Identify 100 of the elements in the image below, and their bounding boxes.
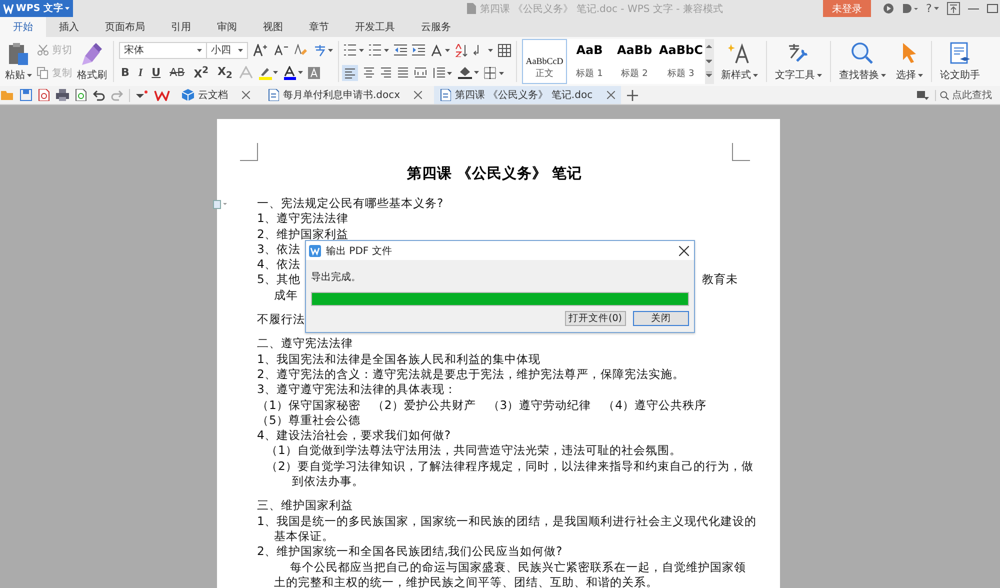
cube-icon xyxy=(182,89,194,101)
outdent-icon[interactable] xyxy=(394,44,407,56)
ribbon-button[interactable]: 查找替换 xyxy=(834,39,891,84)
document-tab[interactable]: 第四课 《公民义务》 笔记.doc xyxy=(434,86,621,104)
align-center-icon[interactable] xyxy=(363,67,375,78)
paste-button[interactable]: 粘贴 xyxy=(2,39,35,84)
caret-icon xyxy=(752,74,758,76)
window-title: 第四课 《公民义务》 笔记.doc - WPS 文字 - 兼容模式 xyxy=(480,2,723,16)
phonetic-icon[interactable] xyxy=(313,44,333,57)
text-line: （2）要自觉学习法律知识，了解法律程序规定，同时，以法律来指导和约束自己的行为，做 xyxy=(266,458,754,473)
style-item[interactable]: AaBbCcD 正文 xyxy=(522,39,567,84)
font-size-field[interactable]: 小四 xyxy=(206,42,248,59)
style-item[interactable]: AaB 标题 1 xyxy=(567,39,612,84)
gallery-scroll[interactable] xyxy=(704,39,714,84)
ribbon-button[interactable]: 新样式 xyxy=(716,39,763,84)
font-color-icon[interactable] xyxy=(283,66,304,80)
format-button[interactable]: B xyxy=(119,66,132,80)
grow-font-icon[interactable] xyxy=(253,44,269,57)
text-line: 1、我国是统一的多民族国家，国家统一和民族的团结，是我国顺利进行社会主义现代化建设的 xyxy=(257,514,756,528)
fill-bucket-icon[interactable] xyxy=(457,66,479,80)
wps-logo-icon[interactable] xyxy=(154,90,170,100)
style-sparkle-icon xyxy=(728,42,750,64)
format-button[interactable]: X$_{2}$ xyxy=(216,64,234,81)
dialog-button[interactable]: 关闭 xyxy=(633,311,689,326)
undo-icon[interactable] xyxy=(93,90,105,100)
app-menu-button[interactable]: WPS 文字 xyxy=(0,0,73,17)
ribbon-tab[interactable]: 开始 xyxy=(0,17,46,37)
format-painter-button[interactable]: 格式刷 xyxy=(74,39,110,84)
text-line: 5、其他 xyxy=(257,272,300,288)
close-icon[interactable] xyxy=(679,246,689,256)
format-button[interactable]: U xyxy=(150,66,163,80)
document-icon xyxy=(950,42,970,66)
upload-icon[interactable] xyxy=(946,2,960,15)
pdf-icon[interactable] xyxy=(38,89,50,101)
save-icon[interactable] xyxy=(20,89,32,101)
shading-icon[interactable] xyxy=(308,66,320,79)
format-button[interactable]: I xyxy=(136,66,145,79)
caret-icon[interactable] xyxy=(65,7,70,10)
caret-icon xyxy=(197,48,202,52)
text-line: 4、建设法治社会，要求我们如何做? xyxy=(257,428,451,442)
text-line: 二、遵守宪法法律 xyxy=(257,336,353,350)
ribbon-tab[interactable]: 视图 xyxy=(250,17,296,37)
search-field[interactable]: 点此查找 xyxy=(935,90,1000,100)
font-name-field[interactable]: 宋体 xyxy=(119,42,207,59)
line-spacing-icon[interactable] xyxy=(432,66,452,79)
paragraph-mark-icon[interactable] xyxy=(473,44,493,56)
text-line: 一、宪法规定公民有哪些基本义务? xyxy=(257,196,444,210)
text-line: 4、依法 xyxy=(257,257,300,272)
text-line: （1）保守国家秘密 （2）爱护公共财产 （3）遵守劳动纪律 （4）遵守公共秩序 xyxy=(257,398,707,412)
table-icon[interactable] xyxy=(498,44,511,57)
help-button[interactable]: ? xyxy=(926,2,939,15)
customize-icon[interactable] xyxy=(136,90,148,100)
print-icon[interactable] xyxy=(56,89,69,101)
ribbon-tab[interactable]: 审阅 xyxy=(204,17,250,37)
ribbon-tab[interactable]: 云服务 xyxy=(408,17,464,37)
ribbon-tab[interactable]: 页面布局 xyxy=(92,17,158,37)
text-line: 1、遵守宪法法律 xyxy=(257,211,348,226)
style-item[interactable]: AaBb 标题 2 xyxy=(612,39,657,84)
text-line: 到依法办事。 xyxy=(292,474,364,488)
sort-icon[interactable] xyxy=(455,44,468,57)
feedback-icon[interactable] xyxy=(902,3,918,14)
justify-icon[interactable] xyxy=(397,67,409,78)
caret-icon xyxy=(816,74,822,76)
skin-icon[interactable] xyxy=(883,3,894,14)
ribbon-button[interactable]: 选择 xyxy=(890,39,928,84)
ribbon-tab[interactable]: 插入 xyxy=(46,17,92,37)
copy-icon xyxy=(37,66,49,79)
ribbon-tab[interactable]: 引用 xyxy=(158,17,204,37)
ribbon-button[interactable]: 论文助手 xyxy=(934,39,985,84)
ribbon-tab[interactable]: 章节 xyxy=(296,17,342,37)
search-icon xyxy=(851,42,874,64)
ribbon-button[interactable]: 文字工具 xyxy=(770,39,827,84)
print-preview-icon[interactable] xyxy=(75,89,87,101)
eraser-icon[interactable] xyxy=(294,44,308,57)
align-left-icon[interactable] xyxy=(342,64,358,81)
format-button[interactable]: AB xyxy=(168,66,187,80)
tab-list-icon[interactable] xyxy=(917,90,929,100)
indent-icon[interactable] xyxy=(412,44,425,56)
format-button[interactable]: X$^{2}$ xyxy=(192,64,211,81)
maximize-icon[interactable] xyxy=(986,3,998,14)
document-tab[interactable]: 云文档 xyxy=(176,86,256,104)
paragraph-handle-icon[interactable] xyxy=(213,200,227,209)
dialog-button[interactable]: 打开文件(0) xyxy=(564,311,626,326)
numbered-list-icon[interactable] xyxy=(369,44,389,56)
style-item[interactable]: AaBbC 标题 3 xyxy=(657,39,705,84)
text-line: 土的完整和主权的统一，维护民族之间平等、团结、互助、和谐的关系。 xyxy=(274,574,658,588)
borders-icon[interactable] xyxy=(484,66,504,79)
text-line: 不履行法 xyxy=(257,312,305,326)
text-line: 3、依法 xyxy=(257,242,300,256)
distribute-icon[interactable] xyxy=(414,67,427,78)
cursor-icon xyxy=(900,42,918,64)
bullet-list-icon[interactable] xyxy=(344,44,364,56)
document-tab[interactable]: 每月单付利息申请书.docx xyxy=(262,86,428,104)
clipboard-icon xyxy=(8,42,30,66)
align-right-icon[interactable] xyxy=(380,67,392,78)
character-spacing-icon[interactable] xyxy=(430,44,450,57)
highlighter-icon[interactable] xyxy=(258,66,278,80)
ribbon-tab[interactable]: 开发工具 xyxy=(342,17,408,37)
shrink-font-icon[interactable] xyxy=(274,44,289,56)
add-tab-icon[interactable] xyxy=(626,90,638,100)
